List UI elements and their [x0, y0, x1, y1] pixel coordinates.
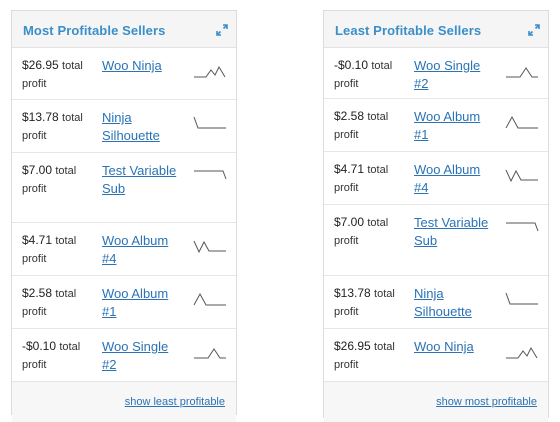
sparkline-chart [506, 222, 539, 232]
sparkline-path [505, 292, 538, 305]
sparkline-chart [193, 292, 226, 306]
profit-value: $13.78 [22, 110, 59, 124]
profit-cell: $13.78 total profit [334, 285, 408, 321]
sparkline-chart [194, 348, 226, 359]
sparkline-path [193, 116, 226, 129]
expand-icon[interactable] [216, 24, 228, 36]
seller-row: $26.95 total profit Woo Ninja [324, 329, 548, 382]
profit-value: $4.71 [334, 162, 365, 176]
profit-value: -$0.10 [334, 58, 369, 72]
profit-value: $26.95 [22, 58, 59, 72]
seller-row: $13.78 total profit Ninja Silhouette [12, 100, 236, 153]
product-link[interactable]: Woo Album #4 [414, 161, 496, 197]
widget-footer: show least profitable [12, 382, 236, 422]
seller-row: -$0.10 total profit Woo Single #2 [12, 329, 236, 382]
product-link[interactable]: Test Variable Sub [414, 214, 496, 250]
sparkline-path [506, 67, 538, 78]
widget-header: Most Profitable Sellers [12, 11, 236, 48]
product-link[interactable]: Woo Ninja [414, 338, 496, 356]
least-profitable-widget: Least Profitable Sellers -$0.10 total pr… [323, 10, 549, 422]
profit-cell: $26.95 total profit [334, 338, 408, 374]
sparkline-path [193, 240, 226, 254]
most-profitable-widget: Most Profitable Sellers $26.95 total pro… [11, 10, 237, 422]
sparkline-path [506, 222, 539, 232]
sparkline-chart [506, 346, 538, 359]
sparkline-chart [194, 170, 227, 180]
sparkline-chart [505, 169, 538, 183]
seller-row: $4.71 total profit Woo Album #4 [12, 223, 236, 276]
profit-cell: -$0.10 total profit [334, 57, 408, 93]
profit-cell: -$0.10 total profit [22, 338, 96, 374]
seller-row: $7.00 total profit Test Variable Sub [324, 205, 548, 276]
profit-value: $2.58 [334, 109, 365, 123]
sparkline-path [505, 115, 538, 129]
profit-value: $7.00 [22, 163, 53, 177]
sparkline-path [194, 348, 226, 359]
profit-cell: $7.00 total profit [334, 214, 408, 250]
profit-value: $4.71 [22, 233, 53, 247]
seller-row: $2.58 total profit Woo Album #1 [324, 99, 548, 152]
profit-cell: $26.95 total profit [22, 57, 96, 93]
product-link[interactable]: Ninja Silhouette [102, 109, 184, 145]
profit-value: $13.78 [334, 286, 371, 300]
widget-title: Least Profitable Sellers [335, 23, 482, 38]
widget-title: Most Profitable Sellers [23, 23, 166, 38]
seller-row: -$0.10 total profit Woo Single #2 [324, 48, 548, 99]
profit-cell: $4.71 total profit [22, 232, 96, 268]
product-link[interactable]: Ninja Silhouette [414, 285, 496, 321]
product-link[interactable]: Woo Album #4 [102, 232, 184, 268]
profit-value: $26.95 [334, 339, 371, 353]
show-most-profitable-link[interactable]: show most profitable [436, 396, 537, 408]
widget-footer: show most profitable [324, 382, 548, 422]
sparkline-chart [193, 240, 226, 254]
seller-row: $13.78 total profit Ninja Silhouette [324, 276, 548, 329]
product-link[interactable]: Woo Single #2 [102, 338, 184, 374]
profit-cell: $4.71 total profit [334, 161, 408, 197]
profit-cell: $7.00 total profit [22, 162, 96, 198]
sparkline-chart [193, 116, 226, 129]
sparkline-chart [506, 67, 538, 78]
profit-value: $7.00 [334, 215, 365, 229]
product-link[interactable]: Test Variable Sub [102, 162, 184, 198]
product-link[interactable]: Woo Album #1 [102, 285, 184, 321]
seller-row: $26.95 total profit Woo Ninja [12, 48, 236, 100]
seller-row: $2.58 total profit Woo Album #1 [12, 276, 236, 329]
profit-cell: $2.58 total profit [22, 285, 96, 321]
expand-icon[interactable] [528, 24, 540, 36]
profit-value: -$0.10 [22, 339, 57, 353]
product-link[interactable]: Woo Ninja [102, 57, 184, 75]
show-least-profitable-link[interactable]: show least profitable [125, 396, 225, 408]
product-link[interactable]: Woo Single #2 [414, 57, 496, 93]
widget-header: Least Profitable Sellers [324, 11, 548, 48]
sparkline-chart [194, 65, 226, 78]
sparkline-path [194, 170, 227, 180]
sparkline-chart [505, 115, 538, 129]
sparkline-chart [505, 292, 538, 305]
seller-row: $7.00 total profit Test Variable Sub [12, 153, 236, 223]
product-link[interactable]: Woo Album #1 [414, 108, 496, 144]
profit-cell: $2.58 total profit [334, 108, 408, 144]
profit-value: $2.58 [22, 286, 53, 300]
sparkline-path [506, 346, 538, 359]
sparkline-path [194, 65, 226, 78]
sparkline-path [505, 169, 538, 183]
profit-cell: $13.78 total profit [22, 109, 96, 145]
sparkline-path [193, 292, 226, 306]
seller-row: $4.71 total profit Woo Album #4 [324, 152, 548, 205]
